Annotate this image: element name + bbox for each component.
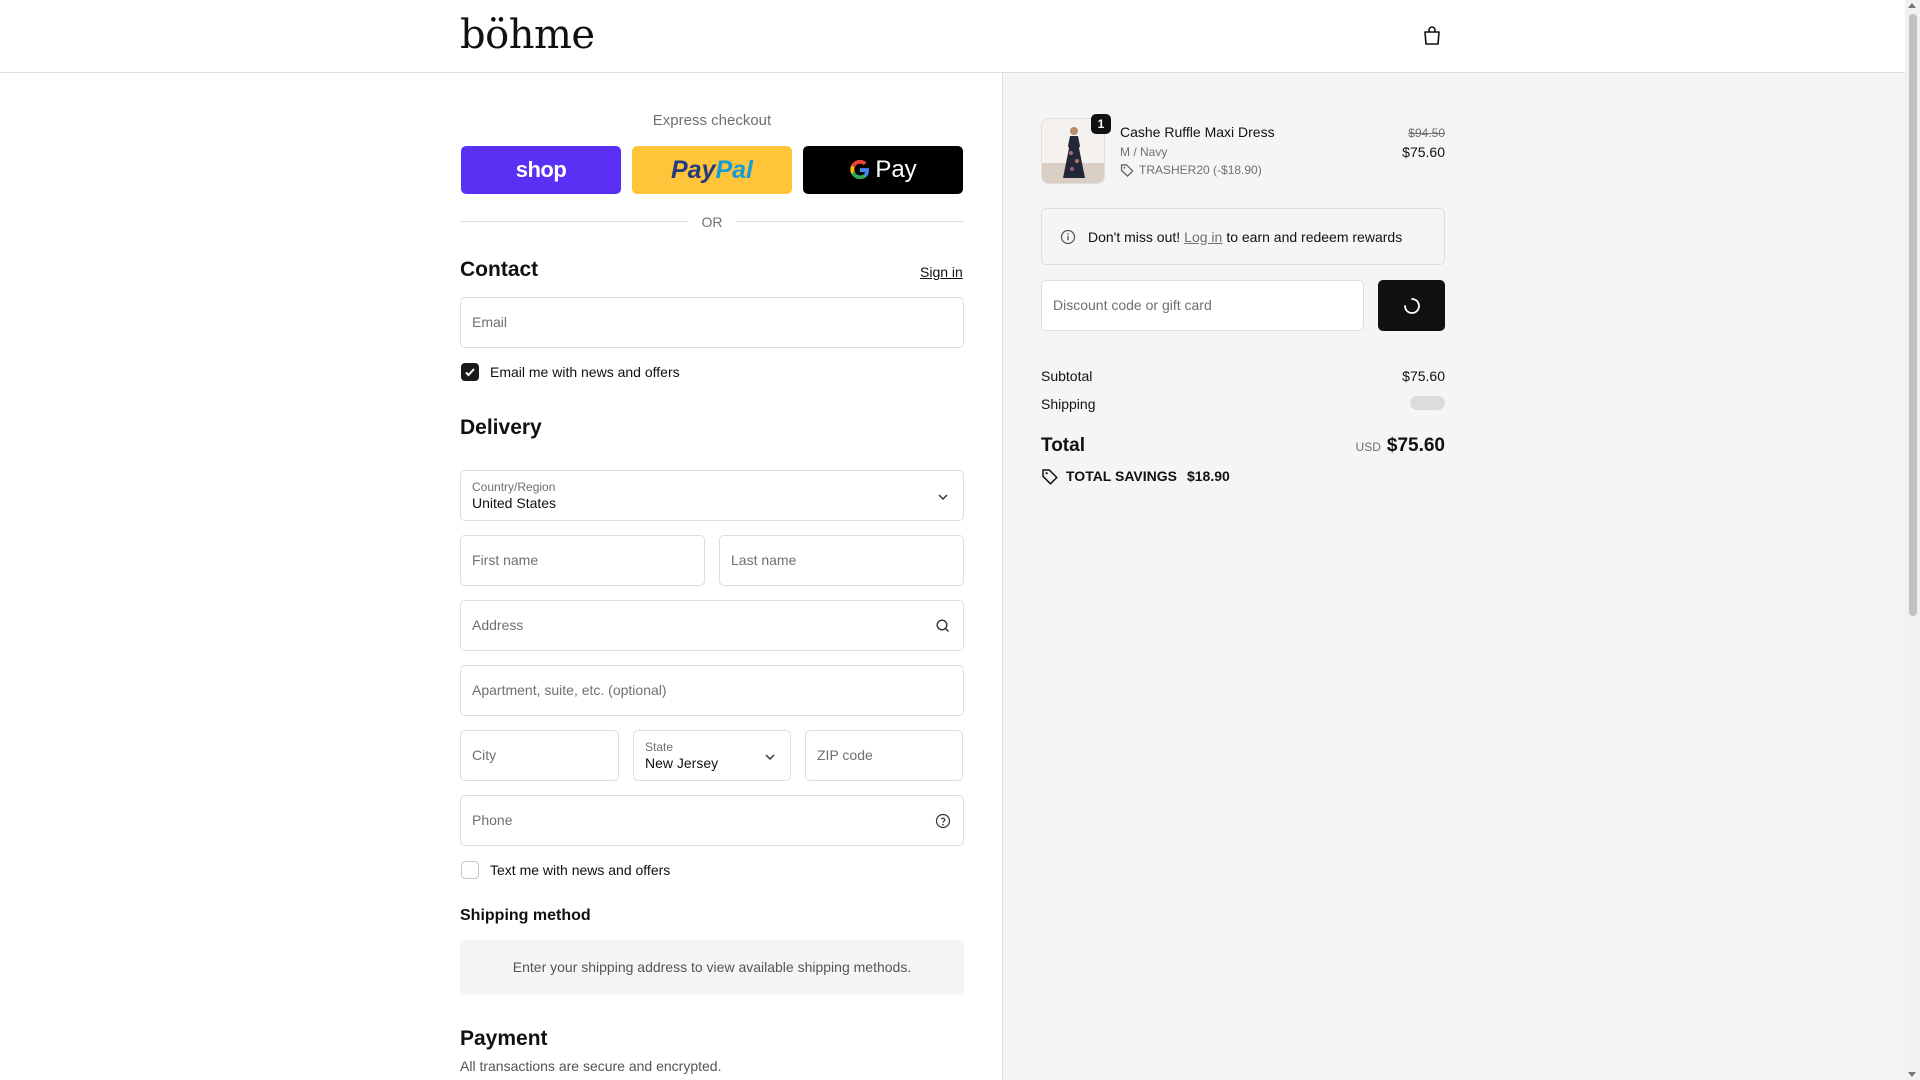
last-name-placeholder: Last name [731,552,797,568]
first-name-field[interactable]: First name [460,535,705,586]
email-news-label: Email me with news and offers [490,364,680,380]
delivery-heading: Delivery [460,416,542,439]
product-variant: M / Navy [1120,145,1168,159]
subtotal-value: $75.60 [1402,368,1445,384]
text-news-checkbox-row[interactable]: Text me with news and offers [461,861,670,879]
google-pay-label: Pay [875,156,917,183]
shipping-method-heading: Shipping method [460,907,591,924]
savings-label: TOTAL SAVINGS [1066,468,1177,484]
tag-icon [1120,164,1134,177]
search-icon[interactable] [935,618,951,634]
shipping-method-notice: Enter your shipping address to view avai… [460,940,964,995]
state-label: State [645,740,674,754]
country-value: United States [472,495,557,511]
email-news-checkbox[interactable] [461,363,479,381]
shop-pay-button[interactable]: shop [461,146,621,194]
phone-field[interactable]: Phone [460,795,964,846]
rewards-login-link[interactable]: Log in [1184,229,1222,245]
contact-heading: Contact [460,258,539,281]
apartment-placeholder: Apartment, suite, etc. (optional) [472,682,667,698]
text-news-label: Text me with news and offers [490,862,671,878]
subtotal-label: Subtotal [1041,368,1093,384]
checkmark-icon [465,368,475,377]
or-text: OR [701,214,723,230]
payment-subtitle: All transactions are secure and encrypte… [460,1058,722,1074]
paypal-label-part2: Pal [715,155,753,184]
discount-code-text: TRASHER20 (-$18.90) [1139,163,1262,177]
shopping-bag-icon[interactable] [1420,24,1444,48]
email-placeholder: Email [472,314,508,330]
total-value: $75.60 [1386,435,1445,456]
page-scrollbar[interactable] [1905,0,1920,1080]
paypal-button[interactable]: Pay Pal [632,146,792,194]
rewards-prefix: Don't miss out! [1088,228,1181,245]
payment-heading: Payment [460,1027,548,1050]
rewards-banner: Don't miss out! Log in to earn and redee… [1041,208,1445,265]
google-g-icon [850,159,870,180]
country-label: Country/Region [472,480,556,494]
rewards-suffix: to earn and redeem rewards [1226,228,1403,245]
apartment-field[interactable]: Apartment, suite, etc. (optional) [460,665,964,716]
state-value: New Jersey [645,755,719,771]
scroll-down-arrow-icon[interactable] [1908,1072,1916,1077]
city-field[interactable]: City [460,730,619,781]
email-field[interactable]: Email [460,297,964,348]
scroll-thumb[interactable] [1909,14,1917,616]
phone-placeholder: Phone [472,812,513,828]
discount-code-input[interactable]: Discount code or gift card [1041,280,1364,331]
total-amount: USD $75.60 [1245,435,1445,457]
product-name: Cashe Ruffle Maxi Dress [1120,124,1275,140]
product-discount: TRASHER20 (-$18.90) [1120,163,1262,177]
help-circle-icon[interactable] [935,813,951,829]
info-icon [1060,229,1076,244]
shop-pay-label: shop [515,157,567,182]
quantity-badge: 1 [1091,114,1111,134]
chevron-down-icon [938,494,948,501]
tag-icon [1042,469,1058,485]
paypal-label-part1: Pay [670,155,716,184]
city-placeholder: City [472,747,497,763]
last-name-field[interactable]: Last name [719,535,964,586]
or-divider: OR [460,212,964,232]
apply-discount-button[interactable] [1378,280,1445,331]
scroll-up-arrow-icon[interactable] [1908,3,1916,8]
first-name-placeholder: First name [472,552,539,568]
express-checkout-title: Express checkout [652,112,772,129]
site-header: böhme [0,0,1905,73]
brand-logo[interactable]: böhme [460,12,595,58]
address-field[interactable]: Address [460,600,964,651]
loading-spinner-icon [1403,297,1420,314]
zip-field[interactable]: ZIP code [805,730,963,781]
currency-code: USD [1355,440,1381,454]
text-news-checkbox[interactable] [461,861,479,879]
original-price: $94.50 [1408,126,1445,140]
google-pay-button[interactable]: Pay [803,146,963,194]
total-savings: TOTAL SAVINGS $18.90 [1041,467,1230,485]
savings-value: $18.90 [1186,468,1230,484]
country-select[interactable]: Country/Region United States [460,470,964,521]
item-price: $75.60 [1402,144,1445,160]
total-label: Total [1041,435,1085,456]
shipping-loading-placeholder [1410,396,1445,410]
chevron-down-icon [765,754,775,761]
discount-placeholder: Discount code or gift card [1053,297,1212,313]
shipping-label: Shipping [1041,396,1096,412]
sign-in-link[interactable]: Sign in [920,264,963,280]
state-select[interactable]: State New Jersey [633,730,791,781]
email-news-checkbox-row[interactable]: Email me with news and offers [461,363,680,381]
zip-placeholder: ZIP code [817,747,873,763]
address-placeholder: Address [472,617,524,633]
